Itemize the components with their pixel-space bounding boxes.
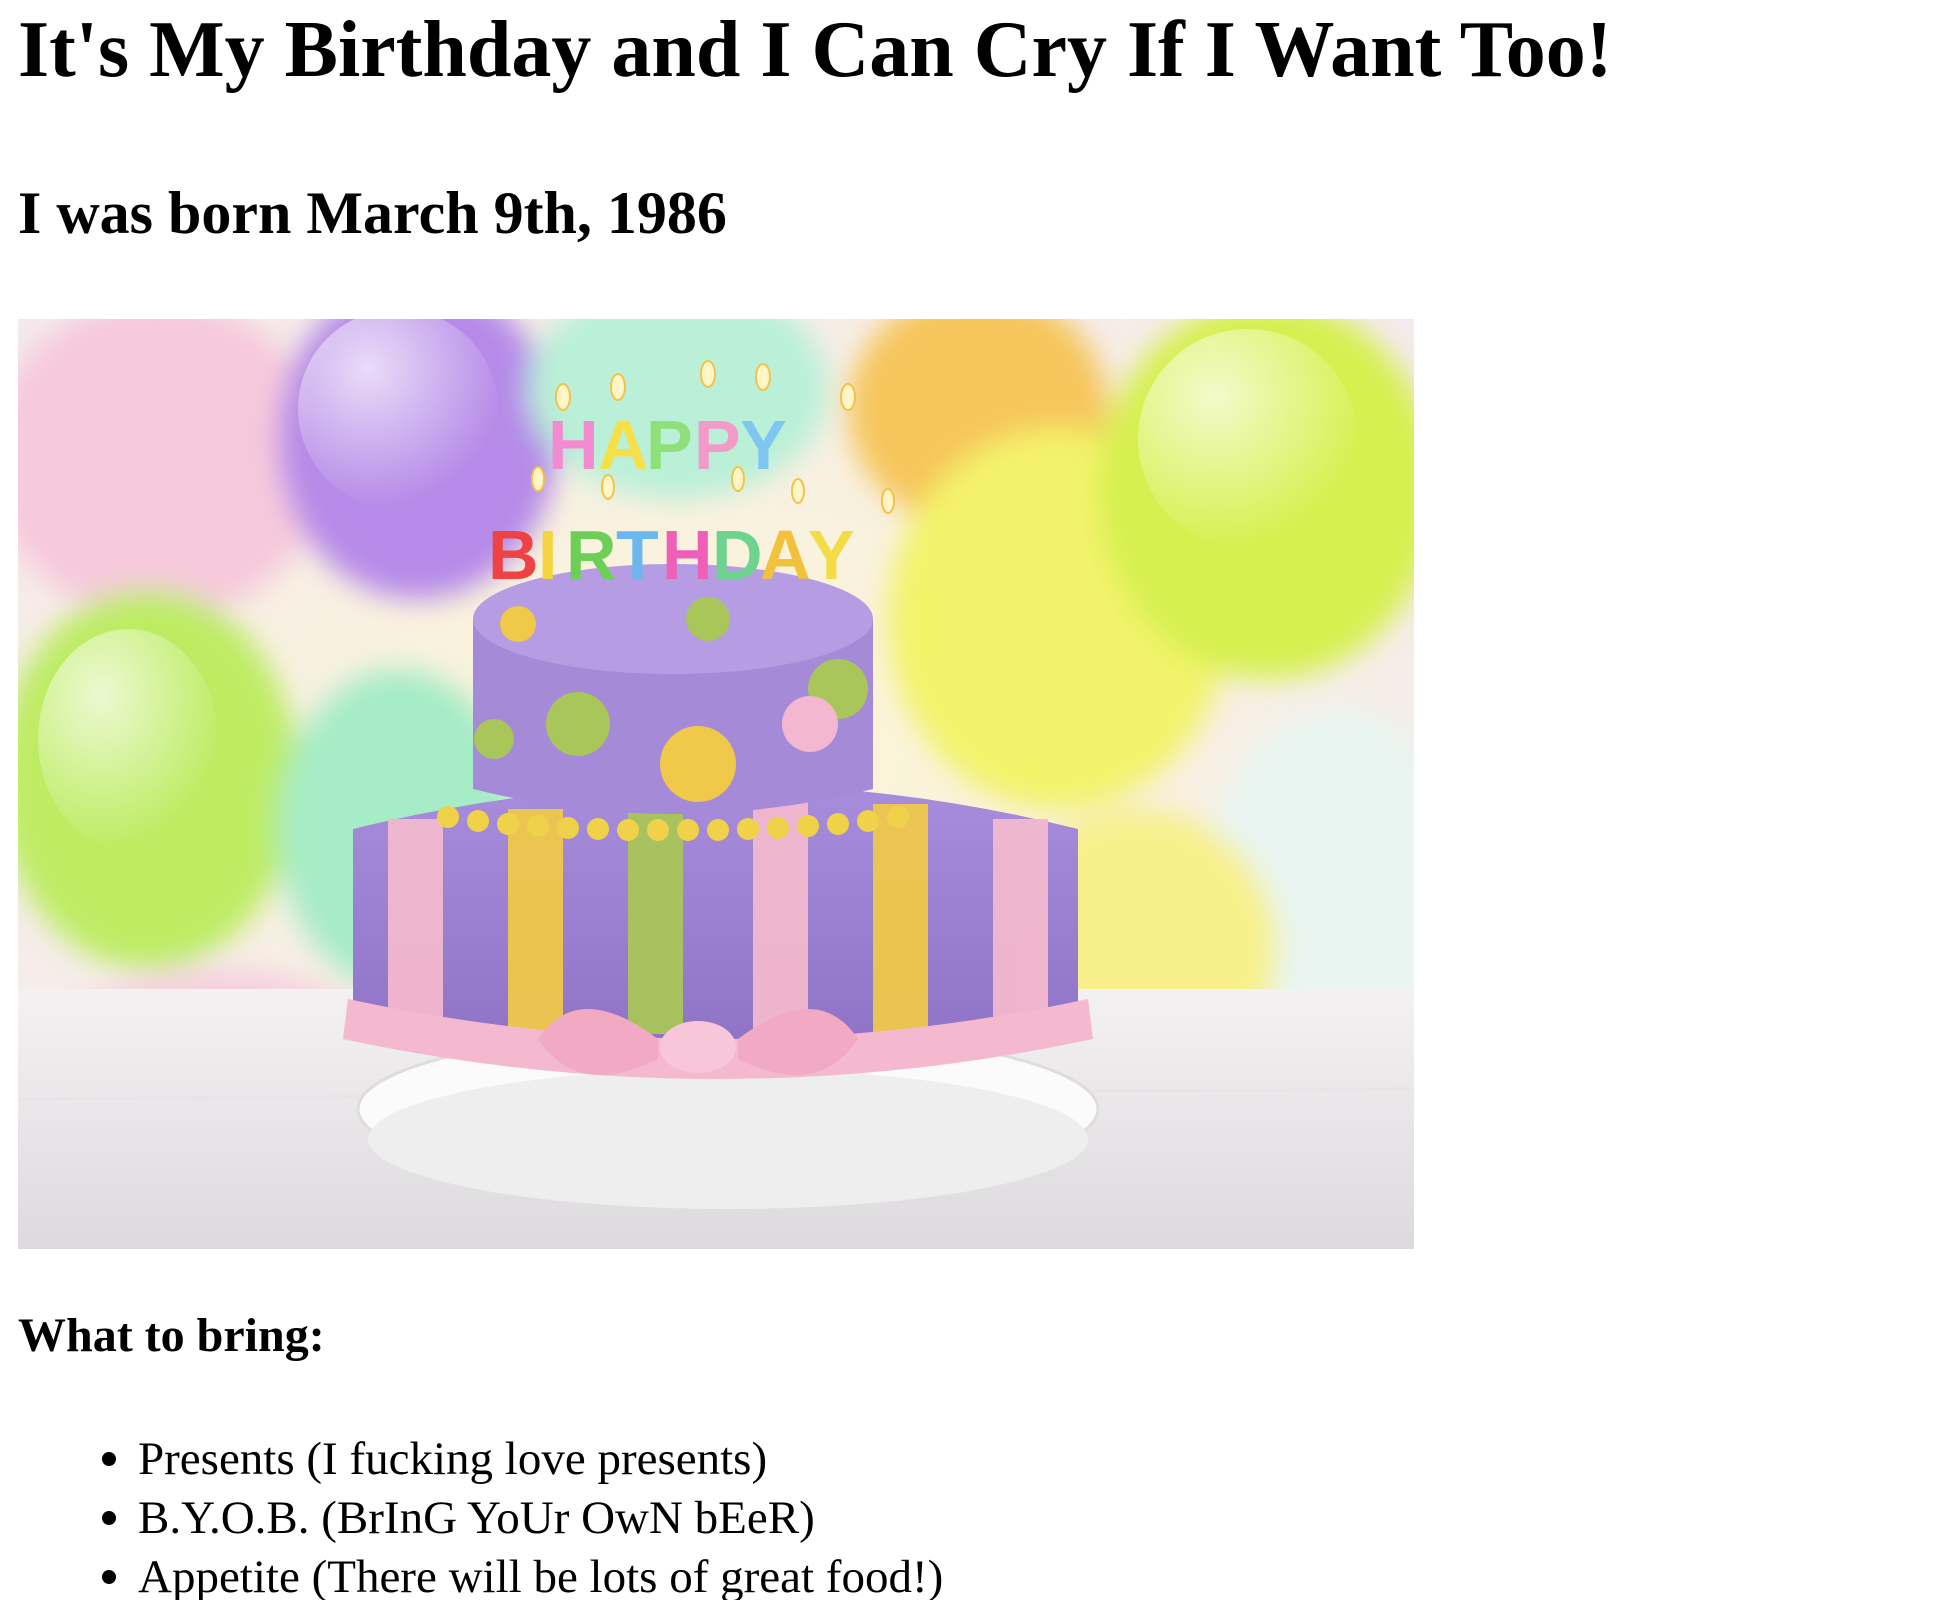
list-item-text: B.Y.O.B. (BrInG YoUr OwN bEeR) <box>138 1492 815 1544</box>
svg-text:I: I <box>538 516 557 594</box>
bring-list: Presents (I fucking love presents) B.Y.O… <box>0 1430 943 1600</box>
svg-text:P: P <box>646 406 693 484</box>
svg-text:A: A <box>760 516 811 594</box>
list-item: B.Y.O.B. (BrInG YoUr OwN bEeR) <box>102 1489 943 1548</box>
bullet-icon <box>102 1511 116 1525</box>
svg-text:H: H <box>662 516 713 594</box>
svg-text:H: H <box>548 406 599 484</box>
svg-text:Y: Y <box>740 406 787 484</box>
svg-text:B: B <box>488 516 539 594</box>
bullet-icon <box>102 1452 116 1466</box>
what-to-bring-heading: What to bring: <box>18 1309 325 1362</box>
svg-text:R: R <box>566 516 617 594</box>
bullet-icon <box>102 1570 116 1584</box>
svg-text:D: D <box>712 516 763 594</box>
list-item-text: Appetite (There will be lots of great fo… <box>138 1551 944 1600</box>
birthday-cake-image: H A P P Y B I R T H D A Y <box>18 319 1414 1249</box>
list-item-text: Presents (I fucking love presents) <box>138 1433 768 1485</box>
birth-date-heading: I was born March 9th, 1986 <box>18 180 727 246</box>
list-item: Presents (I fucking love presents) <box>102 1430 943 1489</box>
svg-text:Y: Y <box>808 516 855 594</box>
svg-text:A: A <box>598 406 649 484</box>
svg-text:T: T <box>616 516 659 594</box>
list-item: Appetite (There will be lots of great fo… <box>102 1548 944 1600</box>
page-title: It's My Birthday and I Can Cry If I Want… <box>18 6 1613 94</box>
